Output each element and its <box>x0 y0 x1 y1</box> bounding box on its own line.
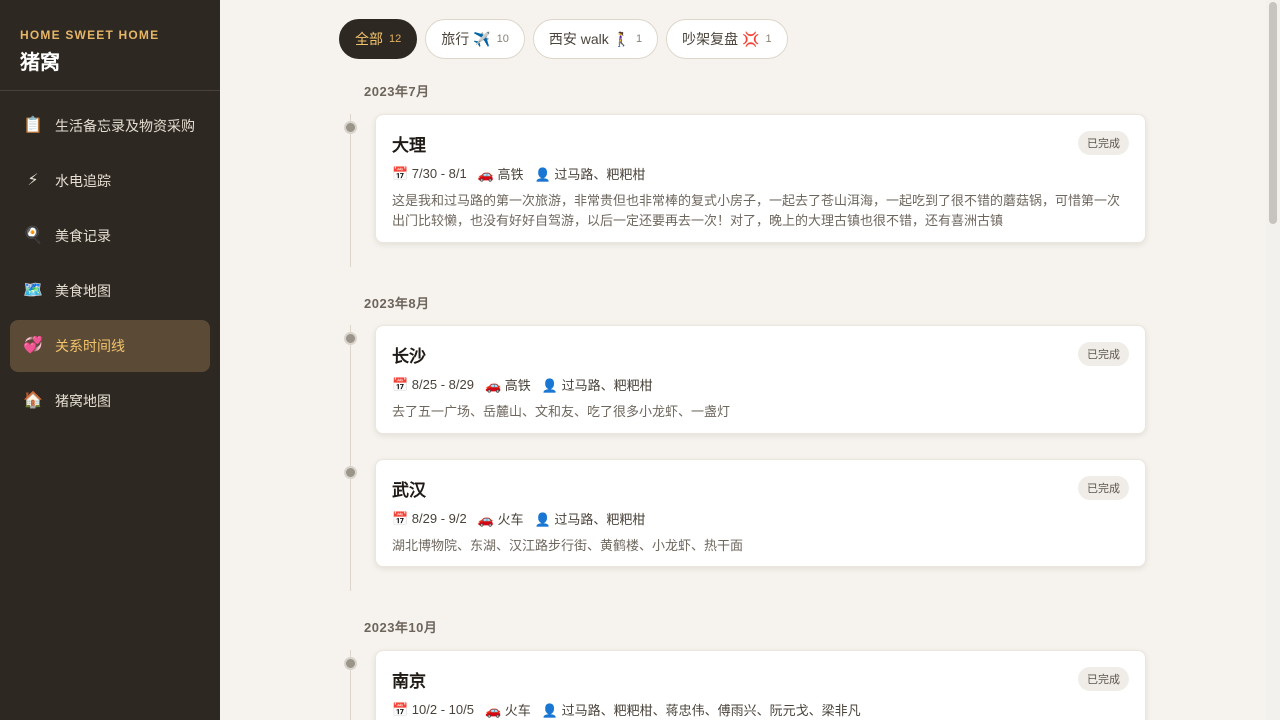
date-range: 📅 7/30 - 8/1 <box>392 165 467 181</box>
filter-chip-label: 旅行 ✈️ <box>441 31 491 47</box>
timeline-card[interactable]: 长沙 已完成 📅 8/25 - 8/29 🚗 高铁 👤 过马路、粑粑柑 去了五一… <box>375 325 1146 434</box>
sidebar-item-food-log[interactable]: 🍳 美食记录 <box>10 210 210 262</box>
timeline-card[interactable]: 大理 已完成 📅 7/30 - 8/1 🚗 高铁 👤 过马路、粑粑柑 这是我和过… <box>375 114 1146 243</box>
card-meta: 📅 8/25 - 8/29 🚗 高铁 👤 过马路、粑粑柑 <box>392 375 1129 394</box>
status-badge: 已完成 <box>1078 476 1129 500</box>
participants: 👤 过马路、粑粑柑 <box>541 378 653 393</box>
card-meta: 📅 10/2 - 10/5 🚗 火车 👤 过马路、粑粑柑、蒋忠伟、傅雨兴、阮元戈… <box>392 700 1129 719</box>
scrollbar-thumb[interactable] <box>1269 2 1277 224</box>
map-icon: 🗺️ <box>23 282 43 299</box>
status-badge: 已完成 <box>1078 667 1129 691</box>
timeline-line <box>350 114 351 267</box>
participants: 👤 过马路、粑粑柑 <box>534 512 646 527</box>
frying-pan-icon: 🍳 <box>23 227 43 244</box>
card-meta: 📅 7/30 - 8/1 🚗 高铁 👤 过马路、粑粑柑 <box>392 164 1129 183</box>
timeline-card[interactable]: 南京 已完成 📅 10/2 - 10/5 🚗 火车 👤 过马路、粑粑柑、蒋忠伟、… <box>375 650 1146 720</box>
filter-chip-all[interactable]: 全部 12 <box>339 19 418 59</box>
clipboard-icon: 📋 <box>23 117 43 134</box>
hearts-icon: 💞 <box>23 337 43 354</box>
transport: 🚗 火车 <box>477 512 524 527</box>
house-icon: 🏠 <box>23 392 43 409</box>
brand-title: 猪窝 <box>20 52 60 74</box>
month-heading: 2023年10月 <box>364 620 438 635</box>
sidebar-item-timeline[interactable]: 💞 关系时间线 <box>10 320 210 372</box>
transport: 🚗 火车 <box>484 703 531 718</box>
card-description: 这是我和过马路的第一次旅游，非常贵但也非常棒的复式小房子，一起去了苍山洱海，一起… <box>392 193 1121 228</box>
card-meta: 📅 8/29 - 9/2 🚗 火车 👤 过马路、粑粑柑 <box>392 509 1129 528</box>
filter-chip-xian-walk[interactable]: 西安 walk 🚶‍♀️ 1 <box>532 19 659 59</box>
participants: 👤 过马路、粑粑柑 <box>534 167 646 182</box>
filter-chip-travel[interactable]: 旅行 ✈️ 10 <box>425 19 525 59</box>
timeline-dot <box>344 466 357 479</box>
filter-chip-label: 全部 <box>355 31 383 47</box>
timeline-dot <box>344 332 357 345</box>
sidebar-item-label: 生活备忘录及物资采购 <box>55 118 195 134</box>
sidebar-item-label: 美食地图 <box>55 283 111 299</box>
sidebar: HOME SWEET HOME 猪窝 📋 生活备忘录及物资采购 ⚡ 水电追踪 🍳… <box>0 0 220 720</box>
timeline-dot <box>344 657 357 670</box>
timeline-line <box>350 325 351 591</box>
transport: 🚗 高铁 <box>477 167 524 182</box>
sidebar-item-label: 关系时间线 <box>55 338 125 354</box>
transport: 🚗 高铁 <box>484 378 531 393</box>
filter-chip-count: 12 <box>389 33 402 45</box>
card-title: 大理 <box>392 136 426 155</box>
sidebar-nav: 📋 生活备忘录及物资采购 ⚡ 水电追踪 🍳 美食记录 🗺️ 美食地图 💞 关系时… <box>0 91 220 427</box>
sidebar-item-memo[interactable]: 📋 生活备忘录及物资采购 <box>10 100 210 152</box>
card-title: 南京 <box>392 672 426 691</box>
date-range: 📅 8/25 - 8/29 <box>392 376 474 392</box>
timeline-card[interactable]: 武汉 已完成 📅 8/29 - 9/2 🚗 火车 👤 过马路、粑粑柑 湖北博物院… <box>375 459 1146 567</box>
filter-chip-label: 吵架复盘 💢 <box>682 31 760 47</box>
status-badge: 已完成 <box>1078 131 1129 155</box>
card-description: 去了五一广场、岳麓山、文和友、吃了很多小龙虾、一盏灯 <box>392 404 731 419</box>
sidebar-item-label: 美食记录 <box>55 228 111 244</box>
sidebar-item-label: 水电追踪 <box>55 173 111 189</box>
date-range: 📅 10/2 - 10/5 <box>392 701 474 717</box>
main-content: 全部 12 旅行 ✈️ 10 西安 walk 🚶‍♀️ 1 吵架复盘 💢 1 2… <box>220 0 1266 720</box>
timeline-dot <box>344 121 357 134</box>
filter-chip-quarrel-review[interactable]: 吵架复盘 💢 1 <box>666 19 788 59</box>
month-heading: 2023年8月 <box>364 296 430 311</box>
lightning-icon: ⚡ <box>27 172 39 189</box>
participants: 👤 过马路、粑粑柑、蒋忠伟、傅雨兴、阮元戈、梁非凡 <box>541 703 861 718</box>
date-range: 📅 8/29 - 9/2 <box>392 510 467 526</box>
brand: HOME SWEET HOME 猪窝 <box>0 0 220 91</box>
month-heading: 2023年7月 <box>364 84 430 99</box>
sidebar-item-utilities[interactable]: ⚡ 水电追踪 <box>10 155 210 207</box>
filter-bar: 全部 12 旅行 ✈️ 10 西安 walk 🚶‍♀️ 1 吵架复盘 💢 1 <box>339 19 788 59</box>
card-title: 长沙 <box>392 347 426 366</box>
card-title: 武汉 <box>392 481 426 500</box>
card-description: 湖北博物院、东湖、汉江路步行街、黄鹤楼、小龙虾、热干面 <box>392 538 744 553</box>
sidebar-item-food-map[interactable]: 🗺️ 美食地图 <box>10 265 210 317</box>
sidebar-item-home-map[interactable]: 🏠 猪窝地图 <box>10 375 210 427</box>
filter-chip-count: 10 <box>496 33 509 45</box>
brand-subtitle: HOME SWEET HOME <box>20 28 160 42</box>
filter-chip-count: 1 <box>636 33 643 45</box>
sidebar-item-label: 猪窝地图 <box>55 393 111 409</box>
filter-chip-count: 1 <box>765 33 772 45</box>
status-badge: 已完成 <box>1078 342 1129 366</box>
filter-chip-label: 西安 walk 🚶‍♀️ <box>548 31 631 47</box>
scrollbar[interactable] <box>1266 0 1280 720</box>
